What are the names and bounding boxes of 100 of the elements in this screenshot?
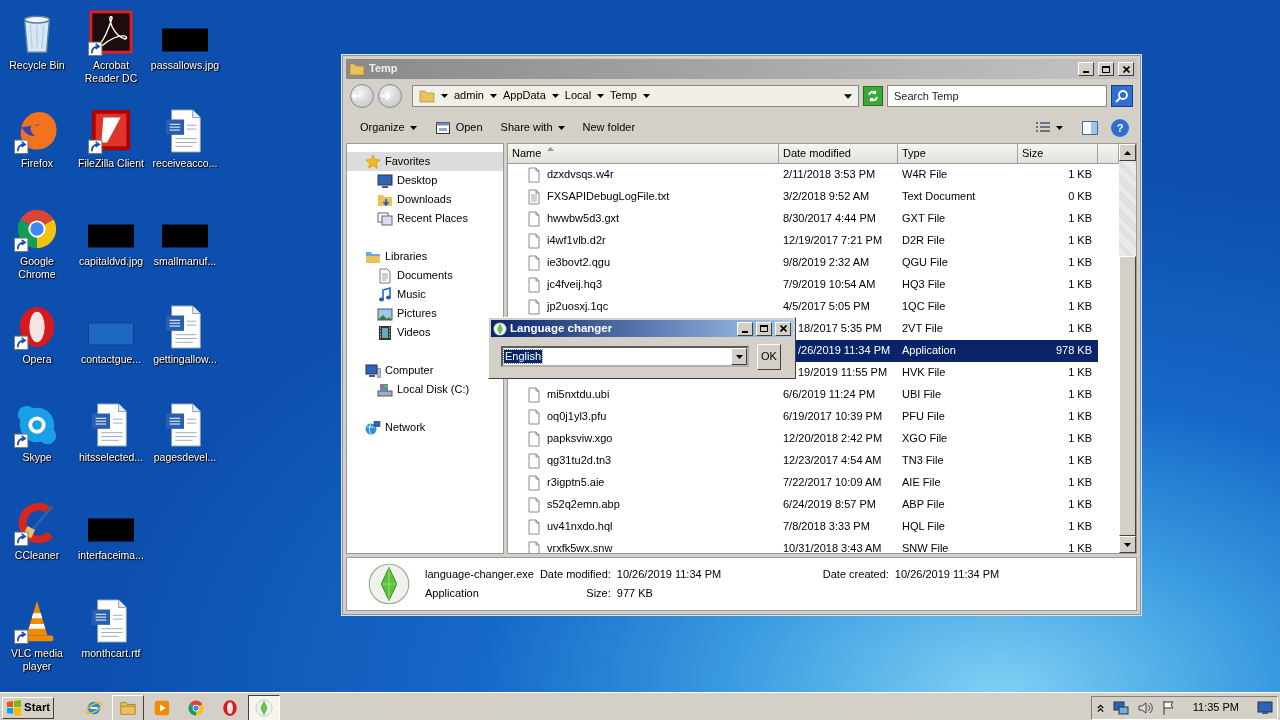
- file-name[interactable]: FXSAPIDebugLogFile.txt: [547, 190, 670, 204]
- desktop-icon-label[interactable]: receiveacco...: [152, 157, 218, 170]
- file-row[interactable]: oq0j1yl3.pfu 6/19/2017 10:39 PM PFU File 1 KB: [508, 406, 1098, 428]
- desktop-icon-label[interactable]: Google Chrome: [2, 255, 72, 281]
- nav-item[interactable]: Local Disk (C:): [347, 380, 503, 399]
- nav-item[interactable]: Desktop: [347, 171, 503, 190]
- column-header[interactable]: Name: [508, 144, 779, 164]
- network-icon[interactable]: [1112, 699, 1129, 716]
- nav-item-label[interactable]: Recent Places: [397, 211, 468, 226]
- help-button[interactable]: ?: [1111, 119, 1129, 137]
- taskbar-button[interactable]: [248, 694, 281, 720]
- nav-item[interactable]: Videos: [347, 323, 503, 342]
- file-name[interactable]: r3igptn5.aie: [547, 476, 605, 490]
- file-name[interactable]: i4wf1vlb.d2r: [547, 234, 606, 248]
- desktop-icon-label[interactable]: hitsselected...: [78, 451, 144, 464]
- file-name[interactable]: hwwbw5d3.gxt: [547, 212, 620, 226]
- file-name[interactable]: vrxfk5wx.snw: [547, 542, 613, 553]
- search-field[interactable]: Search Temp: [887, 85, 1107, 107]
- breadcrumb-item[interactable]: Temp: [610, 89, 637, 103]
- file-row[interactable]: FXSAPIDebugLogFile.txt 3/2/2018 9:52 AM Text Document 0 KB: [508, 186, 1098, 208]
- caret-icon[interactable]: [844, 93, 852, 99]
- forward-button[interactable]: [378, 84, 402, 108]
- file-row[interactable]: dzxdvsqs.w4r 2/11/2018 3:53 PM W4R File 1 KB: [508, 164, 1098, 186]
- caret-icon[interactable]: [489, 94, 497, 98]
- caret-icon[interactable]: [551, 94, 559, 98]
- nav-item[interactable]: Computer: [347, 361, 503, 380]
- caret-icon[interactable]: [597, 94, 605, 98]
- file-row[interactable]: ie3bovt2.qgu 9/8/2019 2:32 AM QGU File 1 KB: [508, 252, 1098, 274]
- desktop-icon-label[interactable]: gettingallow...: [153, 353, 217, 366]
- desktop-icon-label[interactable]: Recycle Bin: [9, 59, 65, 72]
- nav-item[interactable]: Favorites: [347, 152, 503, 171]
- chevron-up-icon[interactable]: [1095, 701, 1105, 714]
- toolbar-button[interactable]: Open: [428, 118, 489, 138]
- file-name[interactable]: dzxdvsqs.w4r: [547, 168, 614, 182]
- monitor-icon[interactable]: [1257, 700, 1273, 715]
- file-name[interactable]: jp2uosxj.1qc: [547, 300, 609, 314]
- file-row[interactable]: jc4fveij.hq3 7/9/2019 10:54 AM HQ3 File 1 KB: [508, 274, 1098, 296]
- desktop-icon-label[interactable]: Skype: [22, 451, 52, 464]
- start-button[interactable]: Start: [2, 696, 55, 719]
- nav-item-label[interactable]: Favorites: [385, 154, 431, 169]
- nav-item-label[interactable]: Libraries: [385, 249, 428, 264]
- desktop-icon-label[interactable]: Opera: [22, 353, 52, 366]
- file-name[interactable]: papksviw.xgo: [547, 432, 613, 446]
- maximize-button[interactable]: [1098, 62, 1114, 76]
- file-row[interactable]: qg31tu2d.tn3 12/23/2017 4:54 AM TN3 File 1 KB: [508, 450, 1098, 472]
- ok-button[interactable]: OK: [757, 343, 781, 370]
- file-row[interactable]: vrxfk5wx.snw 10/31/2018 3:43 AM SNW File 1 KB: [508, 538, 1098, 553]
- toolbar-button[interactable]: Organize: [354, 119, 423, 137]
- refresh-button[interactable]: [863, 86, 883, 106]
- nav-item-label[interactable]: Videos: [397, 325, 431, 340]
- breadcrumb-item[interactable]: Local: [564, 89, 592, 103]
- file-name[interactable]: uv41nxdo.hql: [547, 520, 613, 534]
- file-row[interactable]: uv41nxdo.hql 7/8/2018 3:33 PM HQL File 1 KB: [508, 516, 1098, 538]
- desktop-icon-label[interactable]: monthcart.rtf: [81, 647, 141, 660]
- column-header[interactable]: Date modified: [779, 144, 898, 164]
- scroll-thumb[interactable]: [1119, 256, 1136, 536]
- scroll-down-button[interactable]: [1119, 536, 1136, 553]
- redacted-thumbnail-icon[interactable]: [162, 28, 208, 52]
- nav-item-label[interactable]: Local Disk (C:): [397, 382, 470, 397]
- file-row[interactable]: papksviw.xgo 12/20/2018 2:42 PM XGO File 1 KB: [508, 428, 1098, 450]
- desktop-icon-label[interactable]: pagesdevel...: [153, 451, 217, 464]
- scrollbar[interactable]: [1119, 144, 1136, 553]
- toolbar-button[interactable]: Share with: [494, 119, 571, 137]
- nav-item-label[interactable]: Desktop: [397, 173, 438, 188]
- nav-item-label[interactable]: Documents: [397, 268, 453, 283]
- nav-item[interactable]: Downloads: [347, 190, 503, 209]
- breadcrumb-item[interactable]: AppData: [502, 89, 546, 103]
- desktop-icon-label[interactable]: CCleaner: [14, 549, 60, 562]
- desktop-icon-label[interactable]: VLC media player: [2, 647, 72, 673]
- address-bar[interactable]: admin AppData Local Temp: [412, 85, 859, 107]
- file-row[interactable]: hwwbw5d3.gxt 8/30/2017 4:44 PM GXT File 1 KB: [508, 208, 1098, 230]
- file-row[interactable]: r3igptn5.aie 7/22/2017 10:09 AM AIE File 1 KB: [508, 472, 1098, 494]
- desktop-icon-label[interactable]: passallows.jpg: [150, 59, 220, 72]
- desktop-icon-label[interactable]: Firefox: [20, 157, 54, 170]
- column-header[interactable]: Size: [1018, 144, 1098, 164]
- desktop-icon-label[interactable]: contactgue...: [80, 353, 142, 366]
- language-dropdown[interactable]: English: [501, 346, 749, 367]
- desktop-icon-label[interactable]: FileZilla Client: [78, 157, 144, 170]
- desktop-icon-label[interactable]: interfaceima...: [78, 549, 144, 562]
- image-thumbnail-icon[interactable]: [88, 322, 134, 346]
- nav-item[interactable]: Recent Places: [347, 209, 503, 228]
- search-button[interactable]: [1111, 85, 1133, 107]
- desktop-icon-label[interactable]: smallmanuf...: [153, 255, 217, 268]
- nav-item[interactable]: Documents: [347, 266, 503, 285]
- file-name[interactable]: oq0j1yl3.pfu: [547, 410, 607, 424]
- file-name[interactable]: s52q2emn.abp: [547, 498, 620, 512]
- breadcrumb-item[interactable]: admin: [454, 89, 484, 103]
- file-name[interactable]: jc4fveij.hq3: [547, 278, 603, 292]
- nav-item-label[interactable]: Downloads: [397, 192, 452, 207]
- close-button[interactable]: [1118, 62, 1134, 76]
- scroll-up-button[interactable]: [1119, 144, 1136, 161]
- file-row[interactable]: s52q2emn.abp 6/24/2019 8:57 PM ABP File 1 KB: [508, 494, 1098, 516]
- minimize-button[interactable]: [1078, 62, 1094, 76]
- file-row[interactable]: jp2uosxj.1qc 4/5/2017 5:05 PM 1QC File 1 KB: [508, 296, 1098, 318]
- clock[interactable]: 11:35 PM: [1192, 700, 1239, 715]
- speaker-icon[interactable]: [1136, 699, 1153, 716]
- redacted-thumbnail-icon[interactable]: [88, 224, 134, 248]
- redacted-thumbnail-icon[interactable]: [88, 518, 134, 542]
- column-header[interactable]: Type: [898, 144, 1018, 164]
- app-tile-icon[interactable]: [88, 10, 134, 56]
